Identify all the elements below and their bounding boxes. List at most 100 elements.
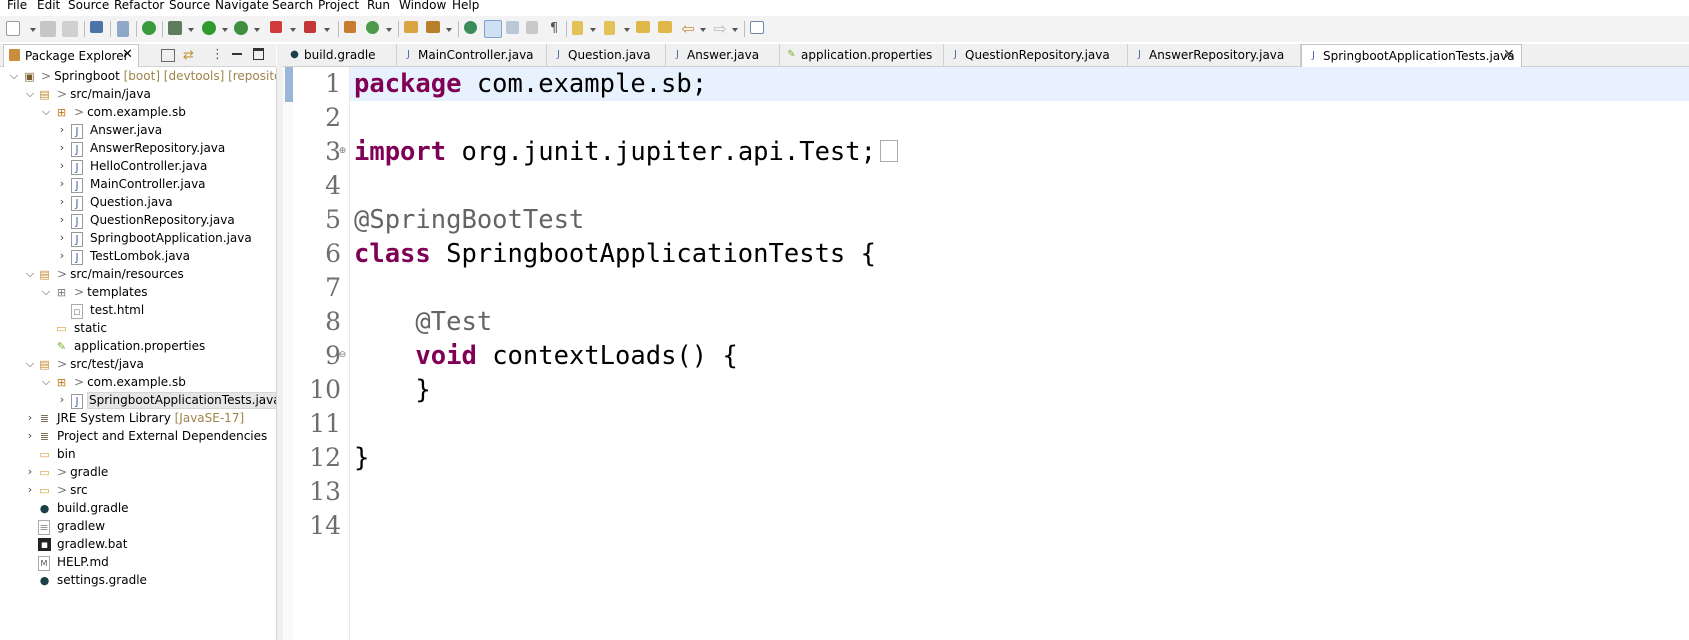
- tree-item-folder[interactable]: ▭ bin: [0, 446, 276, 464]
- tree-item-java-file[interactable]: › J SpringbootApplication.java: [0, 230, 276, 248]
- close-icon[interactable]: ✕: [122, 47, 133, 62]
- chevron-down-icon[interactable]: ⌵: [24, 357, 36, 371]
- tree-item-file[interactable]: ● settings.gradle: [0, 572, 276, 590]
- chevron-right-icon[interactable]: ›: [56, 141, 68, 155]
- chevron-right-icon[interactable]: ›: [56, 231, 68, 245]
- menu-search[interactable]: Search: [272, 0, 313, 12]
- minimize-icon[interactable]: [232, 53, 242, 55]
- show-whitespace-icon[interactable]: [526, 21, 538, 34]
- tree-item-source-folder[interactable]: ⌵ ▤ > src/main/java: [0, 86, 276, 104]
- chevron-down-icon[interactable]: [30, 28, 36, 32]
- paragraph-icon[interactable]: ¶: [546, 21, 562, 37]
- chevron-down-icon[interactable]: ⌵: [8, 69, 20, 83]
- chevron-down-icon[interactable]: [254, 28, 260, 32]
- pin-editor-icon[interactable]: [750, 21, 764, 34]
- chevron-down-icon[interactable]: [446, 28, 452, 32]
- menu-navigate[interactable]: Navigate: [215, 0, 269, 12]
- terminal-icon[interactable]: [90, 21, 103, 33]
- tree-item-folder[interactable]: ▭ static: [0, 320, 276, 338]
- tree-item-file[interactable]: ▪ gradlew.bat: [0, 536, 276, 554]
- tab-springboot-application-tests[interactable]: J SpringbootApplicationTests.java ✕: [1301, 44, 1522, 68]
- chevron-right-icon[interactable]: ›: [56, 177, 68, 191]
- chevron-down-icon[interactable]: [188, 28, 194, 32]
- skip-breakpoints-icon[interactable]: [117, 21, 129, 37]
- chevron-down-icon[interactable]: [624, 28, 630, 32]
- chevron-down-icon[interactable]: ⌵: [40, 285, 52, 299]
- previous-annotation-icon[interactable]: [604, 21, 615, 35]
- save-icon[interactable]: [40, 21, 56, 37]
- search-icon[interactable]: [464, 21, 477, 34]
- chevron-right-icon[interactable]: ›: [56, 393, 68, 407]
- tree-item-library[interactable]: › ≣ JRE System Library [JavaSE-17]: [0, 410, 276, 428]
- coverage-icon[interactable]: [234, 21, 248, 35]
- tab-application-properties[interactable]: ✎ application.properties: [780, 44, 944, 66]
- new-icon[interactable]: [6, 21, 20, 36]
- chevron-down-icon[interactable]: [290, 28, 296, 32]
- tree-item-java-file[interactable]: › J MainController.java: [0, 176, 276, 194]
- chevron-right-icon[interactable]: ›: [24, 465, 36, 479]
- tree-item-source-folder[interactable]: ⌵ ▤ > src/test/java: [0, 356, 276, 374]
- tree-item-java-file[interactable]: › J AnswerRepository.java: [0, 140, 276, 158]
- debug-icon[interactable]: [168, 21, 182, 35]
- tab-build-gradle[interactable]: ● build.gradle: [283, 44, 397, 66]
- menu-window[interactable]: Window: [399, 0, 446, 12]
- tab-answer-repository[interactable]: J AnswerRepository.java: [1128, 44, 1301, 66]
- toggle-mark-occurrences-icon[interactable]: [484, 20, 502, 38]
- menu-project[interactable]: Project: [318, 0, 359, 12]
- external-tools-icon[interactable]: [304, 21, 316, 33]
- tree-item-file[interactable]: ✎ application.properties: [0, 338, 276, 356]
- tree-item-java-file[interactable]: › J Answer.java: [0, 122, 276, 140]
- menu-file[interactable]: File: [7, 0, 27, 12]
- link-with-editor-icon[interactable]: ⇄: [183, 48, 194, 63]
- next-annotation-icon[interactable]: [572, 21, 583, 35]
- chevron-down-icon[interactable]: [324, 28, 330, 32]
- tree-item-source-folder[interactable]: ⌵ ▤ > src/main/resources: [0, 266, 276, 284]
- tree-item-library[interactable]: › ≣ Project and External Dependencies: [0, 428, 276, 446]
- package-explorer-tab[interactable]: Package Explorer ✕: [3, 44, 139, 67]
- spring-icon[interactable]: [142, 21, 156, 35]
- code-editor[interactable]: 1 2 3 4 5 6 7 8 9 10 11 12 13 14 ⊕ ⊖ pac…: [283, 67, 1689, 640]
- chevron-right-icon[interactable]: ›: [24, 483, 36, 497]
- menu-edit[interactable]: Edit: [37, 0, 60, 12]
- chevron-down-icon[interactable]: [222, 28, 228, 32]
- tree-item-file[interactable]: ● build.gradle: [0, 500, 276, 518]
- tree-item-java-file[interactable]: › J QuestionRepository.java: [0, 212, 276, 230]
- menu-source[interactable]: Source: [68, 0, 109, 12]
- fold-collapse-icon[interactable]: ⊖: [338, 351, 347, 360]
- tree-item-file[interactable]: ≡ gradlew: [0, 518, 276, 536]
- chevron-right-icon[interactable]: ›: [56, 249, 68, 263]
- chevron-right-icon[interactable]: ›: [56, 159, 68, 173]
- collapse-all-icon[interactable]: [161, 49, 175, 62]
- tree-item-java-file[interactable]: › J Question.java: [0, 194, 276, 212]
- tab-question-repository[interactable]: J QuestionRepository.java: [944, 44, 1128, 66]
- chevron-down-icon[interactable]: ⌵: [24, 267, 36, 281]
- tree-item-package[interactable]: ⌵ ⊞ > com.example.sb: [0, 104, 276, 122]
- open-type-icon[interactable]: [404, 21, 418, 33]
- menu-source-2[interactable]: Source: [169, 0, 210, 12]
- tab-answer[interactable]: J Answer.java: [666, 44, 780, 66]
- chevron-down-icon[interactable]: ⌵: [40, 375, 52, 389]
- chevron-right-icon[interactable]: ›: [56, 195, 68, 209]
- open-task-icon[interactable]: [426, 21, 440, 33]
- save-all-icon[interactable]: [62, 21, 78, 37]
- tree-item-folder[interactable]: › ▭ > src: [0, 482, 276, 500]
- close-icon[interactable]: ✕: [1503, 47, 1515, 63]
- menu-run[interactable]: Run: [367, 0, 390, 12]
- tree-item-folder[interactable]: ⌵ ⊞ > templates: [0, 284, 276, 302]
- maximize-icon[interactable]: [253, 48, 264, 60]
- run-icon[interactable]: [202, 21, 216, 35]
- forward-icon[interactable]: ⇨: [712, 21, 728, 37]
- tree-item-java-file[interactable]: › J HelloController.java: [0, 158, 276, 176]
- chevron-down-icon[interactable]: ⌵: [40, 105, 52, 119]
- stop-icon[interactable]: [270, 21, 282, 33]
- new-class-icon[interactable]: [366, 21, 379, 34]
- chevron-right-icon[interactable]: ›: [56, 213, 68, 227]
- chevron-down-icon[interactable]: [386, 28, 392, 32]
- forward-edit-icon[interactable]: [658, 21, 672, 33]
- view-menu-icon[interactable]: ⋮: [211, 47, 224, 62]
- chevron-down-icon[interactable]: [732, 28, 738, 32]
- menu-help[interactable]: Help: [452, 0, 479, 12]
- toggle-block-selection-icon[interactable]: [506, 21, 519, 34]
- chevron-down-icon[interactable]: [590, 28, 596, 32]
- tree-item-file[interactable]: M HELP.md: [0, 554, 276, 572]
